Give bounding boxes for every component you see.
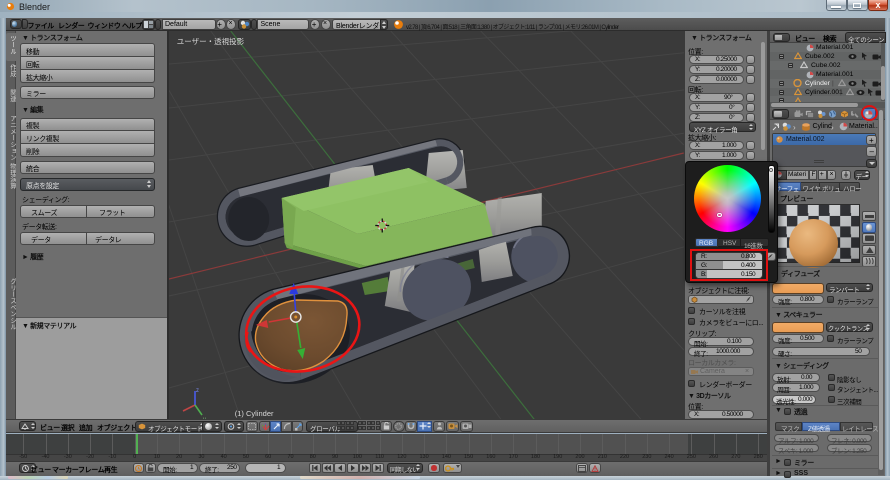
svg-text:(1) Cylinder: (1) Cylinder xyxy=(234,409,273,418)
svg-text:z: z xyxy=(196,388,199,394)
svg-text:ユーザー・透視投影: ユーザー・透視投影 xyxy=(176,36,244,46)
